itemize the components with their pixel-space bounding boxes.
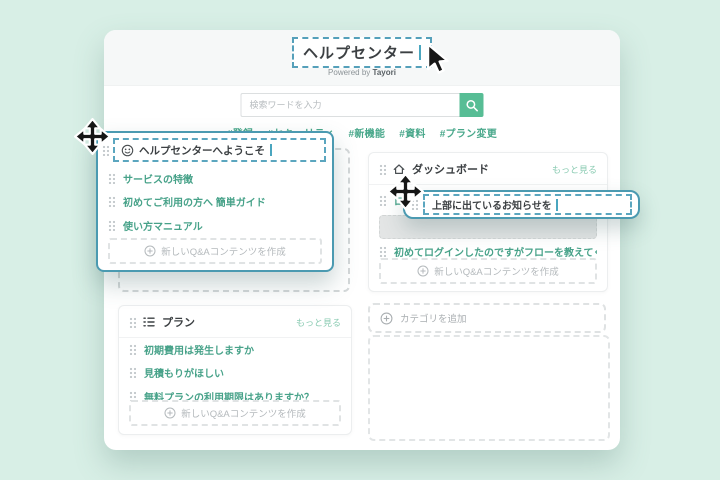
- drag-handle-icon[interactable]: [129, 317, 136, 328]
- drag-handle-icon[interactable]: [129, 344, 136, 355]
- add-category-button[interactable]: カテゴリを追加: [368, 303, 606, 333]
- drag-handle-icon[interactable]: [379, 164, 386, 175]
- qa-item[interactable]: サービスの特徴: [108, 171, 322, 186]
- qa-item-text-editor[interactable]: 上部に出ているお知らせを: [423, 194, 632, 215]
- plus-circle-icon: [417, 265, 429, 277]
- qa-item-dragging[interactable]: 上部に出ているお知らせを: [403, 190, 640, 219]
- drag-handle-icon[interactable]: [129, 367, 136, 378]
- category-card-welcome-dragging[interactable]: ヘルプセンターへようこそ サービスの特徴 初めてご利用の方へ 簡単ガイド 使い方…: [96, 131, 334, 272]
- search-bar: [241, 93, 484, 117]
- add-qa-button[interactable]: 新しいQ&Aコンテンツを作成: [129, 400, 341, 426]
- tag-link[interactable]: #新機能: [348, 129, 385, 140]
- category-card-plan: プラン もっと見る 初期費用は発生しますか 見積もりがほしい 無料プランの利用期…: [118, 305, 352, 435]
- qa-item-label: 初めてご利用の方へ 簡単ガイド: [123, 194, 266, 209]
- drag-handle-icon[interactable]: [379, 195, 386, 206]
- home-icon: [392, 162, 406, 176]
- qa-item[interactable]: 見積もりがほしい: [129, 365, 341, 380]
- qa-item-label: 使い方マニュアル: [123, 218, 203, 233]
- qa-item-partially-hidden[interactable]: ロ: [379, 193, 404, 208]
- plus-circle-icon: [164, 407, 176, 419]
- text-caret: [270, 144, 272, 156]
- qa-item-label: 上部に出ているお知らせを: [432, 197, 552, 212]
- see-more-link[interactable]: もっと見る: [552, 163, 597, 176]
- add-qa-button[interactable]: 新しいQ&Aコンテンツを作成: [108, 238, 322, 264]
- add-qa-label: 新しいQ&Aコンテンツを作成: [434, 264, 559, 278]
- page-header: ヘルプセンター Powered by Tayori: [104, 30, 620, 86]
- plus-circle-icon: [144, 245, 156, 257]
- see-more-link[interactable]: もっと見る: [296, 316, 341, 329]
- powered-by-brand: Tayori: [373, 68, 396, 77]
- drag-handle-icon[interactable]: [411, 199, 418, 210]
- text-caret: [556, 199, 558, 211]
- help-center-editor: ヘルプセンター Powered by Tayori #登録#セキュリティ#新機能…: [0, 0, 720, 480]
- powered-by: Powered by Tayori: [104, 68, 620, 77]
- add-qa-label: 新しいQ&Aコンテンツを作成: [161, 244, 286, 258]
- tag-link[interactable]: #資料: [399, 129, 425, 140]
- qa-item-label: 初めてログインしたのですがフローを教えてください: [394, 244, 597, 259]
- plus-circle-icon: [380, 312, 393, 325]
- powered-by-prefix: Powered by: [328, 68, 370, 77]
- search-button[interactable]: [460, 93, 484, 117]
- category-title: ヘルプセンターへようこそ: [139, 143, 265, 158]
- drag-handle-icon[interactable]: [108, 196, 115, 207]
- qa-item[interactable]: 初期費用は発生しますか: [129, 342, 341, 357]
- qa-item[interactable]: 使い方マニュアル: [108, 218, 322, 233]
- category-header: ヘルプセンターへようこそ: [102, 138, 326, 162]
- category-header: プラン もっと見る: [119, 306, 351, 338]
- drag-handle-icon[interactable]: [108, 220, 115, 231]
- qa-item[interactable]: 初めてログインしたのですがフローを教えてください: [379, 244, 597, 259]
- search-icon: [465, 99, 478, 112]
- category-title-editor[interactable]: ヘルプセンターへようこそ: [113, 138, 326, 162]
- category-title: プラン: [162, 314, 195, 330]
- add-category-label: カテゴリを追加: [400, 311, 467, 325]
- qa-item-label: 見積もりがほしい: [144, 365, 224, 380]
- qa-item-label: 初期費用は発生しますか: [144, 342, 254, 357]
- search-input[interactable]: [241, 93, 460, 117]
- text-caret: [419, 45, 421, 60]
- category-header: ダッシュボード もっと見る: [369, 153, 607, 185]
- category-title: ダッシュボード: [412, 161, 489, 177]
- page-title-editor[interactable]: ヘルプセンター: [292, 37, 432, 68]
- page-title: ヘルプセンター: [303, 42, 415, 63]
- qa-item[interactable]: 初めてご利用の方へ 簡単ガイド: [108, 194, 322, 209]
- add-qa-button[interactable]: 新しいQ&Aコンテンツを作成: [379, 258, 597, 284]
- drag-handle-icon[interactable]: [379, 246, 386, 257]
- empty-category-slot: [368, 335, 610, 441]
- category-card-dashboard: ダッシュボード もっと見る ロ 初めてログインしたのですがフローを教えてください…: [368, 152, 608, 292]
- smiley-icon: [121, 144, 134, 157]
- drag-handle-icon[interactable]: [102, 145, 109, 156]
- add-qa-label: 新しいQ&Aコンテンツを作成: [181, 406, 306, 420]
- drag-handle-icon[interactable]: [108, 173, 115, 184]
- tag-link[interactable]: #プラン変更: [440, 129, 497, 140]
- qa-item-label: サービスの特徴: [123, 171, 193, 186]
- list-icon: [142, 315, 156, 329]
